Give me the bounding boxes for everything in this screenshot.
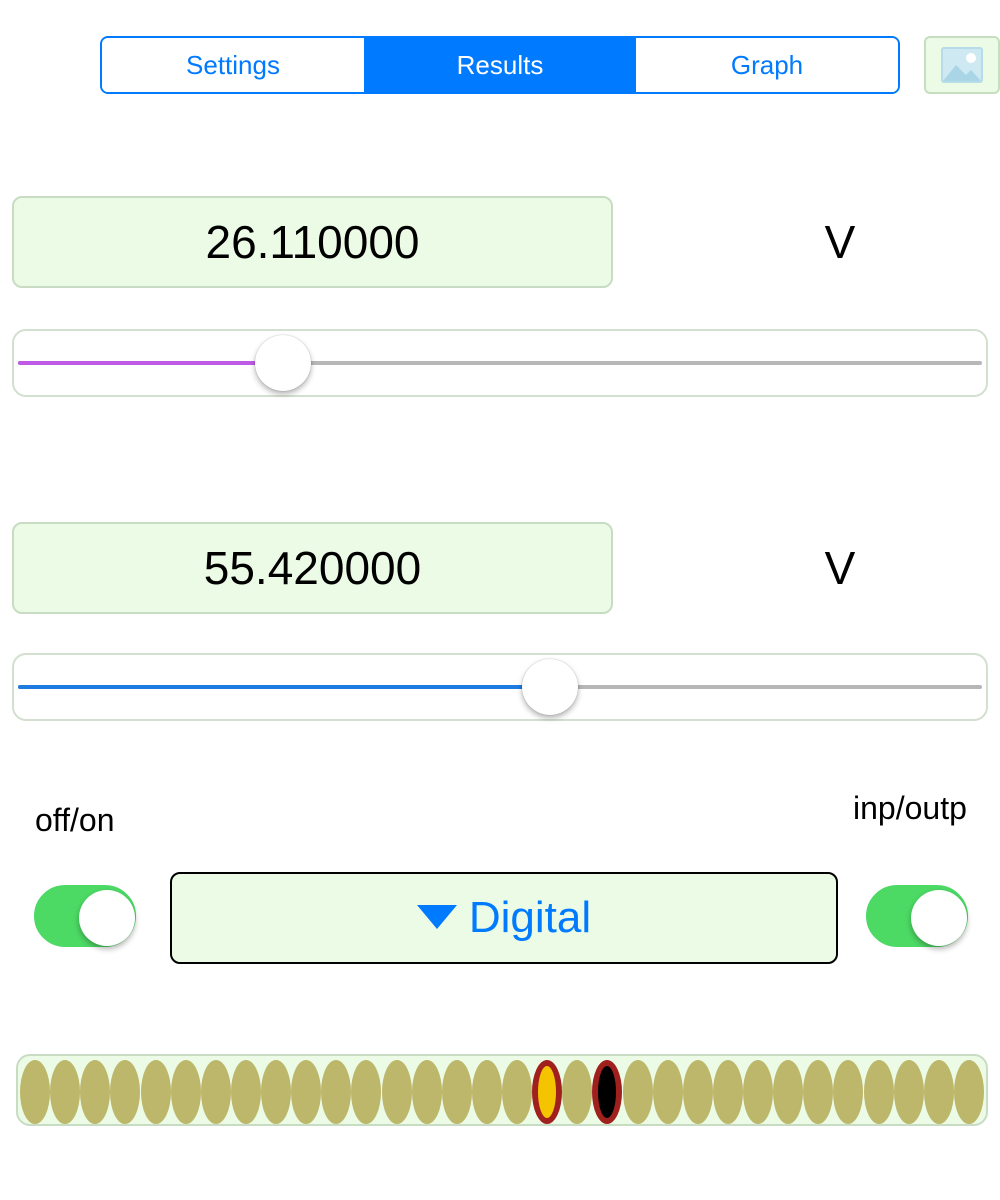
led <box>682 1060 713 1124</box>
led <box>773 1060 804 1124</box>
led <box>411 1060 442 1124</box>
led <box>261 1060 291 1124</box>
tab-results[interactable]: Results <box>364 38 634 92</box>
unit-label-1: V <box>824 216 856 268</box>
value-field-1[interactable]: 26.110000 <box>12 196 613 288</box>
led <box>803 1060 834 1124</box>
led <box>441 1060 472 1124</box>
led <box>923 1060 954 1124</box>
led <box>833 1060 864 1124</box>
slider-track-1 <box>18 361 982 365</box>
slider-fill-2 <box>18 685 551 689</box>
led <box>140 1060 171 1124</box>
led <box>170 1060 201 1124</box>
led <box>80 1060 111 1124</box>
toggle-knob <box>79 890 135 946</box>
triangle-down-icon <box>416 905 457 929</box>
led <box>743 1060 773 1124</box>
led <box>291 1060 322 1124</box>
image-button[interactable] <box>924 36 1000 94</box>
toggle-knob <box>911 890 967 946</box>
led <box>471 1060 502 1124</box>
led-strip <box>16 1054 988 1126</box>
slider-thumb-2[interactable] <box>522 659 579 715</box>
led-active <box>592 1060 623 1124</box>
tab-settings[interactable]: Settings <box>102 38 364 92</box>
led <box>893 1060 924 1124</box>
led <box>863 1060 894 1124</box>
value-field-2[interactable]: 55.420000 <box>12 522 613 614</box>
image-icon <box>941 47 983 83</box>
led-active <box>532 1060 563 1124</box>
led <box>110 1060 141 1124</box>
off-on-label: off/on <box>35 802 115 838</box>
mode-dropdown[interactable]: Digital <box>170 872 838 964</box>
power-toggle[interactable] <box>34 885 136 947</box>
inp-outp-label: inp/outp <box>853 790 967 826</box>
unit-label-2: V <box>824 542 856 594</box>
slider-fill-1 <box>18 361 284 365</box>
slider-2[interactable] <box>12 653 988 721</box>
slider-1[interactable] <box>12 329 988 397</box>
led <box>652 1060 683 1124</box>
led <box>321 1060 352 1124</box>
led <box>562 1060 593 1124</box>
led <box>381 1060 412 1124</box>
slider-thumb-1[interactable] <box>255 335 312 391</box>
led <box>622 1060 653 1124</box>
mode-dropdown-label: Digital <box>468 893 592 942</box>
led <box>200 1060 231 1124</box>
led <box>351 1060 382 1124</box>
led <box>502 1060 532 1124</box>
led <box>50 1060 81 1124</box>
tab-bar: Settings Results Graph <box>100 36 900 94</box>
direction-toggle[interactable] <box>866 885 968 947</box>
led <box>953 1060 984 1124</box>
led <box>20 1060 50 1124</box>
led <box>230 1060 261 1124</box>
tab-graph[interactable]: Graph <box>634 38 898 92</box>
led <box>712 1060 743 1124</box>
slider-track-2 <box>18 685 982 689</box>
